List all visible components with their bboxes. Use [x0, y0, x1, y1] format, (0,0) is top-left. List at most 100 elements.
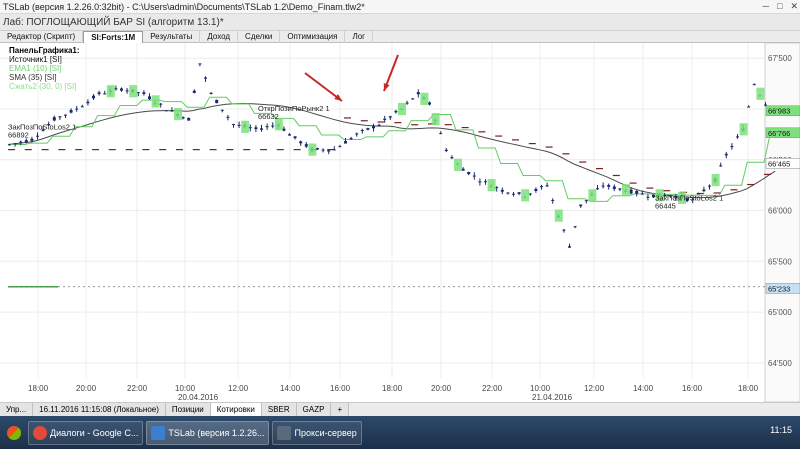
candle-body	[316, 148, 319, 150]
candle-body	[388, 116, 392, 118]
candle-body	[708, 185, 711, 187]
minimize-icon[interactable]: ─	[763, 1, 769, 12]
candle-body	[299, 141, 303, 144]
taskbar-label: Диалоги - Google C...	[50, 427, 139, 438]
legend-item-sma: SMA (35) [SI]	[9, 73, 57, 82]
candle-body	[472, 175, 476, 177]
candle-body	[187, 117, 191, 121]
candle-body	[159, 103, 163, 105]
tab-editor[interactable]: Редактор (Скрипт)	[0, 30, 84, 43]
x-tick-label: 20:00	[76, 384, 97, 393]
candle-body	[629, 189, 633, 194]
engulfing-bar	[711, 173, 720, 187]
candle-body	[170, 110, 174, 112]
candle-body	[69, 109, 73, 113]
candle-body	[86, 101, 90, 104]
candle-body	[293, 136, 297, 139]
candle-body	[439, 133, 443, 135]
date-label: 21.04.2016	[532, 393, 573, 402]
y-tick-label: 67'500	[768, 54, 792, 63]
x-tick-label: 22:00	[127, 384, 148, 393]
candle-body	[58, 116, 62, 118]
engulfing-bar	[308, 143, 317, 156]
maximize-icon[interactable]: □	[777, 1, 782, 12]
taskbar-clock: 11:15	[770, 425, 792, 435]
legend-item-ema: EMA1 (10) [SI]	[9, 64, 62, 73]
engulfing-bar	[174, 107, 182, 121]
engulfing-bar	[521, 189, 530, 202]
date-label: 20.04.2016	[178, 393, 219, 402]
taskbar-item-proxy[interactable]: Прокси-сервер	[272, 420, 362, 445]
candle-body	[75, 108, 79, 110]
candle-body	[450, 157, 454, 159]
tab-optimization[interactable]: Оптимизация	[280, 30, 346, 43]
x-tick-label: 10:00	[530, 384, 551, 393]
price-chart[interactable]: 67'50067'00066'50066'00065'50065'00064'5…	[0, 43, 800, 402]
candle-body	[500, 189, 504, 192]
bottom-tabs: Упр... 16.11.2016 11:15:08 (Локальное) П…	[0, 402, 800, 416]
tab-positions[interactable]: Позиции	[165, 403, 211, 416]
proxy-icon	[277, 425, 292, 440]
candle-body	[579, 204, 583, 207]
tab-log[interactable]: Лог	[345, 30, 374, 43]
tab-sber[interactable]: SBER	[261, 403, 297, 416]
tab-control[interactable]: Упр...	[0, 403, 34, 416]
engulfing-bar	[129, 85, 138, 98]
candle-body	[92, 95, 95, 99]
tab-income[interactable]: Доход	[200, 30, 239, 43]
candle-body	[411, 98, 415, 100]
chrome-icon	[33, 425, 47, 440]
candle-body	[724, 153, 728, 156]
candle-body	[148, 96, 151, 100]
candle-body	[551, 199, 555, 201]
candle-body	[702, 189, 706, 192]
tab-gazp[interactable]: GAZP	[296, 403, 332, 416]
candle-body	[607, 184, 611, 187]
candle-body	[260, 128, 263, 130]
os-taskbar: Диалоги - Google C... TSLab (версия 1.2.…	[0, 416, 800, 449]
x-tick-label: 22:00	[482, 384, 503, 393]
taskbar-item-chrome[interactable]: Диалоги - Google C...	[28, 420, 144, 445]
trade-annotation-price: 66632	[258, 112, 279, 121]
candle-body	[19, 141, 23, 143]
candle-body	[349, 138, 353, 140]
price-badge-label: 66'983	[768, 107, 790, 116]
candle-body	[612, 186, 616, 190]
candle-body	[30, 138, 34, 141]
taskbar-item-tslab[interactable]: TSLab (версия 1.2.26...	[146, 420, 270, 445]
x-tick-label: 12:00	[584, 384, 605, 393]
candle-body	[747, 106, 751, 108]
chart-canvas[interactable]: 67'50067'00066'50066'00065'50065'00064'5…	[0, 43, 800, 402]
engulfing-bar	[106, 85, 115, 98]
windows-start-icon	[7, 425, 21, 440]
tab-quotes[interactable]: Котировки	[210, 403, 262, 416]
chart-legend: ПанельГрафика1: Источник1 [SI] EMA1 (10)…	[9, 46, 80, 91]
close-icon[interactable]: ✕	[790, 1, 798, 12]
engulfing-bar	[151, 95, 160, 108]
candle-body	[355, 133, 359, 135]
candle-body	[97, 92, 101, 95]
candle-body	[383, 118, 387, 120]
candle-body	[377, 124, 381, 126]
candle-body	[142, 92, 146, 94]
candle-body	[8, 144, 11, 146]
add-tab-button[interactable]: +	[331, 403, 350, 416]
engulfing-bar	[454, 158, 462, 171]
candle-body	[181, 117, 185, 119]
candle-body	[232, 124, 235, 126]
candle-body	[13, 143, 17, 145]
engulfing-bar	[739, 123, 748, 136]
tab-si-forts[interactable]: SI:Forts:1M	[83, 30, 144, 43]
y-tick-label: 66'000	[768, 207, 792, 216]
tab-results[interactable]: Результаты	[143, 30, 201, 43]
candle-body	[209, 92, 213, 94]
x-tick-label: 18:00	[28, 384, 49, 393]
engulfing-bar	[241, 120, 250, 133]
tab-trades[interactable]: Сделки	[238, 30, 281, 43]
x-tick-label: 14:00	[633, 384, 654, 393]
document-title: Лаб: ПОГЛОЩАЮЩИЙ БАР SI (алгоритм 13.1)*	[3, 16, 224, 28]
engulfing-bar	[588, 189, 597, 202]
candle-body	[332, 149, 336, 151]
trade-annotation-price: 66892	[8, 130, 29, 139]
start-button[interactable]	[3, 421, 25, 445]
